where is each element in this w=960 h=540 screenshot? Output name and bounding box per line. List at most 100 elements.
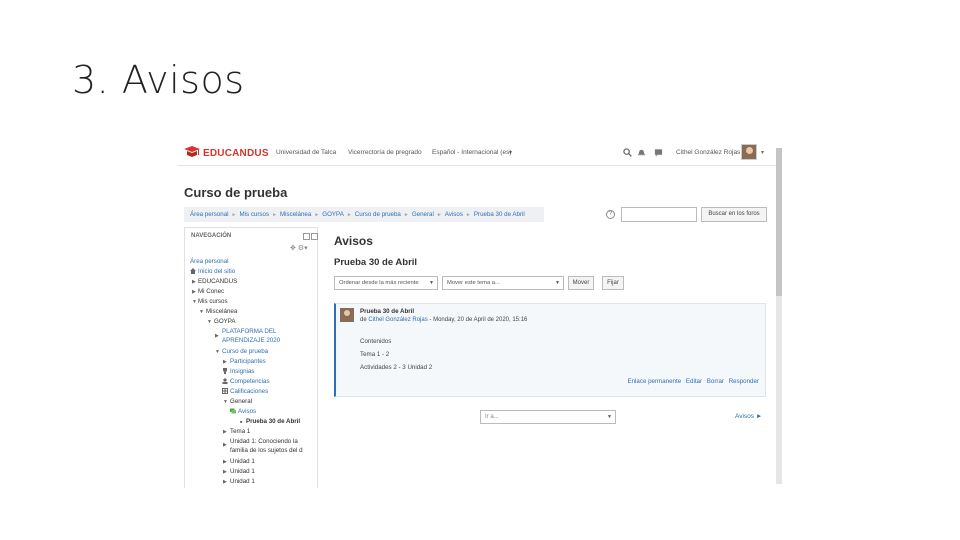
delete-link[interactable]: Borrar	[707, 378, 724, 385]
edit-link[interactable]: Editar	[686, 378, 702, 385]
chevron-down-icon: ▼	[555, 280, 560, 286]
post-meta: de Cithel González Rojas - Monday, 20 de…	[360, 317, 527, 323]
user-menu-chevron-icon[interactable]: ▾	[761, 149, 764, 156]
nav-link-university[interactable]: Universidad de Talca	[276, 149, 336, 156]
forum-icon	[230, 408, 236, 414]
scrollbar-thumb[interactable]	[776, 148, 782, 296]
move-button[interactable]: Mover	[568, 276, 594, 290]
sort-select[interactable]: Ordenar desde la más reciente ▼	[334, 276, 438, 290]
collapse-icon[interactable]	[311, 233, 318, 240]
block-actions-icon[interactable]: ✥ ⚙▾	[290, 244, 308, 252]
expand-icon: ▶	[223, 459, 227, 465]
sidebar-item-prueba-30-abril[interactable]: Prueba 30 de Abril	[246, 418, 300, 425]
sidebar-item-tema-1[interactable]: Tema 1	[230, 428, 250, 435]
sidebar-item-plataforma[interactable]: PLATAFORMA DEL	[222, 328, 276, 335]
breadcrumb-item[interactable]: Miscelánea	[280, 211, 311, 218]
next-activity-link[interactable]: Avisos ►	[735, 413, 762, 420]
avatar[interactable]	[741, 144, 757, 160]
post-content-line: Actividades 2 - 3 Unidad 2	[360, 364, 433, 371]
permalink-link[interactable]: Enlace permanente	[627, 378, 681, 385]
page-scrollbar[interactable]	[776, 148, 782, 484]
post-content-line: Contenidos	[360, 338, 392, 345]
sidebar-item-avisos[interactable]: Avisos	[238, 408, 256, 415]
competencies-icon	[222, 378, 228, 384]
chevron-down-icon[interactable]: ▼	[508, 150, 513, 156]
forum-search-input[interactable]	[621, 207, 697, 222]
bell-icon[interactable]	[637, 148, 646, 157]
post-commands: Enlace permanente Editar Borrar Responde…	[624, 378, 759, 385]
avatar[interactable]	[340, 308, 354, 322]
expand-icon: ▶	[223, 469, 227, 475]
separator-icon: ►	[436, 211, 442, 218]
collapse-down-icon: ▼	[223, 399, 228, 405]
discussion-title: Prueba 30 de Abril	[334, 257, 418, 268]
breadcrumb-item[interactable]: Prueba 30 de Abril	[474, 211, 525, 218]
breadcrumb-item[interactable]: Área personal	[190, 211, 229, 218]
post-date: - Monday, 20 de April de 2020, 15:16	[429, 317, 528, 323]
sidebar-item-inicio[interactable]: Inicio del sitio	[198, 268, 235, 275]
separator-icon: ►	[314, 211, 320, 218]
sidebar-item-miscelanea[interactable]: Miscelánea	[206, 308, 237, 315]
dock-icon[interactable]	[303, 233, 310, 240]
navigation-block: NAVEGACIÓN ✥ ⚙▾ Área personal Inicio del…	[184, 227, 318, 488]
collapse-down-icon: ▼	[199, 309, 204, 315]
breadcrumb-item[interactable]: GOYPA	[322, 211, 344, 218]
bullet-icon: ■	[240, 419, 243, 424]
sort-select-value: Ordenar desde la más reciente	[339, 280, 419, 286]
sidebar-item-mis-cursos[interactable]: Mis cursos	[198, 298, 228, 305]
sidebar-item-participantes[interactable]: Participantes	[230, 358, 266, 365]
collapse-down-icon: ▼	[207, 319, 212, 325]
sidebar-item-unidad-1-familia[interactable]: familia de los sujetos del d	[230, 447, 303, 454]
forum-search-button[interactable]: Buscar en los foros	[701, 207, 767, 222]
top-navbar: EDUCANDUS Universidad de Talca Vicerrect…	[178, 140, 776, 166]
sidebar-item-goypa[interactable]: GOYPA	[214, 318, 236, 325]
nav-link-vicerrectoria[interactable]: Vicerrectoría de pregrado	[348, 149, 422, 156]
expand-icon: ▶	[215, 333, 219, 339]
sidebar-item-general[interactable]: General	[230, 398, 252, 405]
separator-icon: ►	[272, 211, 278, 218]
separator-icon: ►	[465, 211, 471, 218]
search-icon[interactable]	[623, 148, 632, 157]
language-menu[interactable]: Español - Internacional (es)	[432, 149, 512, 156]
breadcrumb-item[interactable]: Avisos	[445, 211, 463, 218]
help-icon[interactable]: ?	[606, 210, 615, 219]
sidebar-item-curso-de-prueba[interactable]: Curso de prueba	[222, 348, 268, 355]
post-author-link[interactable]: Cithel González Rojas	[368, 317, 427, 323]
sidebar-item-calificaciones[interactable]: Calificaciones	[230, 388, 268, 395]
home-icon	[190, 268, 196, 274]
moodle-screenshot: EDUCANDUS Universidad de Talca Vicerrect…	[178, 140, 784, 488]
logo-icon	[184, 146, 200, 160]
sidebar-item-unidad-1-conociendo[interactable]: Unidad 1: Conociendo la	[230, 438, 298, 445]
sidebar-item-unidad-1-a[interactable]: Unidad 1	[230, 458, 255, 465]
pin-button[interactable]: Fijar	[602, 276, 624, 290]
chevron-down-icon: ▼	[607, 414, 612, 420]
post-author-prefix: de	[360, 317, 367, 323]
brand-logo[interactable]: EDUCANDUS	[184, 146, 269, 160]
trophy-icon	[223, 368, 227, 374]
breadcrumb-item[interactable]: General	[412, 211, 434, 218]
breadcrumb-item[interactable]: Curso de prueba	[355, 211, 401, 218]
user-name[interactable]: Cithel González Rojas	[676, 149, 740, 156]
chat-icon[interactable]	[654, 148, 663, 157]
sidebar-item-competencias[interactable]: Competencias	[230, 378, 270, 385]
brand-name: EDUCANDUS	[203, 147, 269, 159]
breadcrumb-item[interactable]: Mis cursos	[239, 211, 269, 218]
reply-link[interactable]: Responder	[729, 378, 759, 385]
expand-icon: ▶	[223, 479, 227, 485]
sidebar-item-unidad-1-c[interactable]: Unidad 1	[230, 478, 255, 485]
sidebar-item-area-personal[interactable]: Área personal	[190, 258, 229, 265]
breadcrumb: Área personal ► Mis cursos ► Miscelánea ► G…	[184, 207, 544, 222]
separator-icon: ►	[403, 211, 409, 218]
post-subject: Prueba 30 de Abril	[360, 308, 415, 315]
forum-post: Prueba 30 de Abril de Cithel González Ro…	[334, 303, 766, 397]
jump-to-select[interactable]: Ir a... ▼	[480, 410, 616, 424]
sidebar-item-insignias[interactable]: Insignias	[230, 368, 254, 375]
separator-icon: ►	[346, 211, 352, 218]
sidebar-item-mi-conec[interactable]: Mi Conec	[198, 288, 224, 295]
sidebar-item-unidad-1-b[interactable]: Unidad 1	[230, 468, 255, 475]
collapse-down-icon: ▼	[192, 299, 197, 305]
sidebar-item-plataforma-year[interactable]: APRENDIZAJE 2020	[222, 337, 280, 344]
sidebar-item-educandus[interactable]: EDUCANDUS	[198, 278, 237, 285]
collapse-down-icon: ▼	[215, 349, 220, 355]
move-discussion-select[interactable]: Mover este tema a... ▼	[442, 276, 564, 290]
